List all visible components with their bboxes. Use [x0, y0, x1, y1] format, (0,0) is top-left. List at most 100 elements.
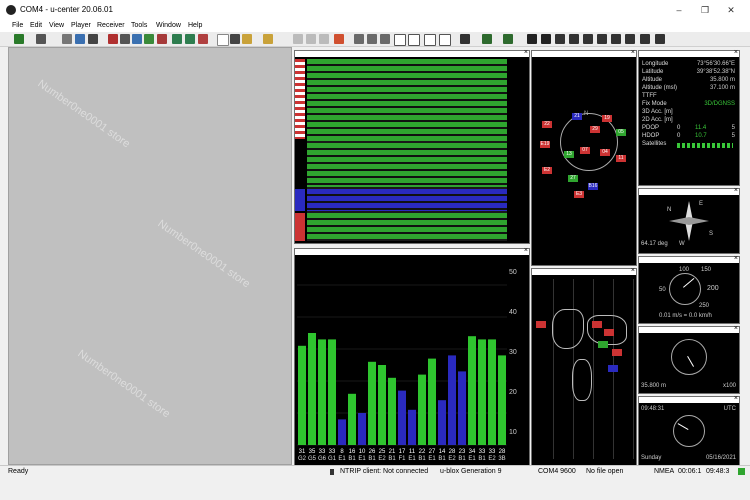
data3-icon[interactable] — [583, 34, 593, 44]
bars: 31G235G533G633G18E116B110E126B125E221B11… — [297, 284, 507, 462]
bar-sv-id: E1 — [338, 456, 346, 462]
menu-player[interactable]: Player — [71, 22, 91, 29]
signal-bar — [428, 358, 436, 445]
data5-icon[interactable] — [611, 34, 621, 44]
docs-icon[interactable] — [354, 34, 364, 44]
toolbar — [0, 32, 750, 47]
world-icon[interactable] — [185, 34, 195, 44]
close-icon[interactable]: × — [734, 49, 738, 56]
bar-sv-id: B1 — [368, 456, 376, 462]
bar-value-label: 28 — [499, 449, 506, 455]
menu-file[interactable]: File — [12, 22, 23, 29]
docs2-icon[interactable] — [367, 34, 377, 44]
autobaud-icon[interactable] — [62, 34, 72, 44]
signal-bar — [338, 419, 346, 445]
altitude-label: Altitude — [642, 77, 663, 83]
y-tick: 40 — [509, 309, 517, 316]
table-icon[interactable] — [144, 34, 154, 44]
signal-bar — [358, 413, 366, 445]
bar-sv-id: E1 — [468, 456, 476, 462]
bar-sv-id: F1 — [398, 456, 406, 462]
ntrip-status[interactable]: NTRIP client: Not connected — [340, 468, 428, 475]
bar-value-label: 33 — [329, 449, 336, 455]
close-icon[interactable]: × — [631, 49, 635, 56]
satellite-marker: 04 — [600, 149, 610, 156]
flag-column-red — [295, 213, 305, 241]
new-file-icon[interactable] — [217, 34, 229, 46]
compass-s: S — [709, 231, 714, 237]
record-icon[interactable] — [198, 34, 208, 44]
altitude-value: 35.800 m — [709, 77, 735, 83]
satellites-label: Satellites — [642, 141, 667, 147]
menu-window[interactable]: Window — [156, 22, 181, 29]
antenna-icon[interactable] — [88, 34, 98, 44]
close-icon[interactable]: × — [734, 325, 738, 332]
flag-column — [295, 59, 305, 139]
data2-icon[interactable] — [569, 34, 579, 44]
connect-icon[interactable] — [14, 34, 24, 44]
view-icon[interactable] — [460, 34, 470, 44]
latitude-value: 39°38'52.38"N — [696, 69, 735, 75]
paste-icon[interactable] — [319, 34, 329, 44]
satellite-marker: 05 — [616, 129, 626, 136]
watermark: Number0ne0001 store — [35, 77, 133, 151]
restore-button[interactable]: ❐ — [698, 4, 712, 16]
data7-icon[interactable] — [640, 34, 650, 44]
app-icon — [6, 5, 16, 15]
window-icon[interactable] — [394, 34, 406, 46]
cut-icon[interactable] — [293, 34, 303, 44]
save-icon[interactable] — [230, 34, 240, 44]
search-icon[interactable] — [75, 34, 85, 44]
menu-view[interactable]: View — [49, 22, 64, 29]
altimeter-panel: × 35.800 m x100 — [638, 325, 740, 394]
satellite-marker: 11 — [616, 155, 626, 162]
signal-bar — [458, 371, 466, 445]
signal-bar — [408, 409, 416, 445]
continent-outline — [552, 309, 584, 349]
fix-mode-label: Fix Mode — [642, 101, 667, 107]
window3-icon[interactable] — [424, 34, 436, 46]
open-file-icon[interactable] — [263, 34, 273, 44]
window4-icon[interactable] — [439, 34, 451, 46]
close-icon[interactable]: × — [734, 255, 738, 262]
close-icon[interactable]: × — [734, 187, 738, 194]
sky-icon[interactable] — [527, 34, 537, 44]
docs3-icon[interactable] — [380, 34, 390, 44]
bar-sv-id: B1 — [458, 456, 466, 462]
menu-edit[interactable]: Edit — [30, 22, 42, 29]
data4-icon[interactable] — [597, 34, 607, 44]
bar-value-label: 33 — [489, 449, 496, 455]
signal-icon[interactable] — [108, 34, 118, 44]
bar-sv-id: B1 — [418, 456, 426, 462]
copy-icon[interactable] — [306, 34, 316, 44]
close-button[interactable]: ✕ — [724, 4, 738, 16]
open-folder-icon[interactable] — [242, 34, 252, 44]
deviation-icon[interactable] — [482, 34, 492, 44]
signal-bar — [368, 361, 376, 445]
chart-icon[interactable] — [157, 34, 167, 44]
data6-icon[interactable] — [625, 34, 635, 44]
minimize-button[interactable]: – — [672, 4, 686, 16]
data8-icon[interactable] — [655, 34, 665, 44]
close-icon[interactable]: × — [524, 49, 528, 56]
menu-help[interactable]: Help — [188, 22, 202, 29]
globe-icon[interactable] — [172, 34, 182, 44]
window2-icon[interactable] — [408, 34, 420, 46]
close-icon[interactable]: × — [734, 395, 738, 402]
histogram-icon[interactable] — [503, 34, 513, 44]
longitude-value: 73°56'30.66"E — [696, 61, 735, 67]
status-ready: Ready — [8, 468, 29, 475]
stop-icon[interactable] — [334, 34, 344, 44]
gauge-icon[interactable] — [541, 34, 551, 44]
menu-tools[interactable]: Tools — [131, 22, 147, 29]
config-icon[interactable] — [132, 34, 142, 44]
messages-icon[interactable] — [120, 34, 130, 44]
data-icon[interactable] — [555, 34, 565, 44]
close-icon[interactable]: × — [524, 247, 528, 254]
close-icon[interactable]: × — [631, 267, 635, 274]
altitude-msl-label: Altitude (msl) — [642, 85, 678, 91]
port-status[interactable]: COM4 9600 — [538, 468, 576, 475]
menu-receiver[interactable]: Receiver — [97, 22, 125, 29]
signal-bar — [398, 390, 406, 445]
baudrate-icon[interactable] — [36, 34, 46, 44]
